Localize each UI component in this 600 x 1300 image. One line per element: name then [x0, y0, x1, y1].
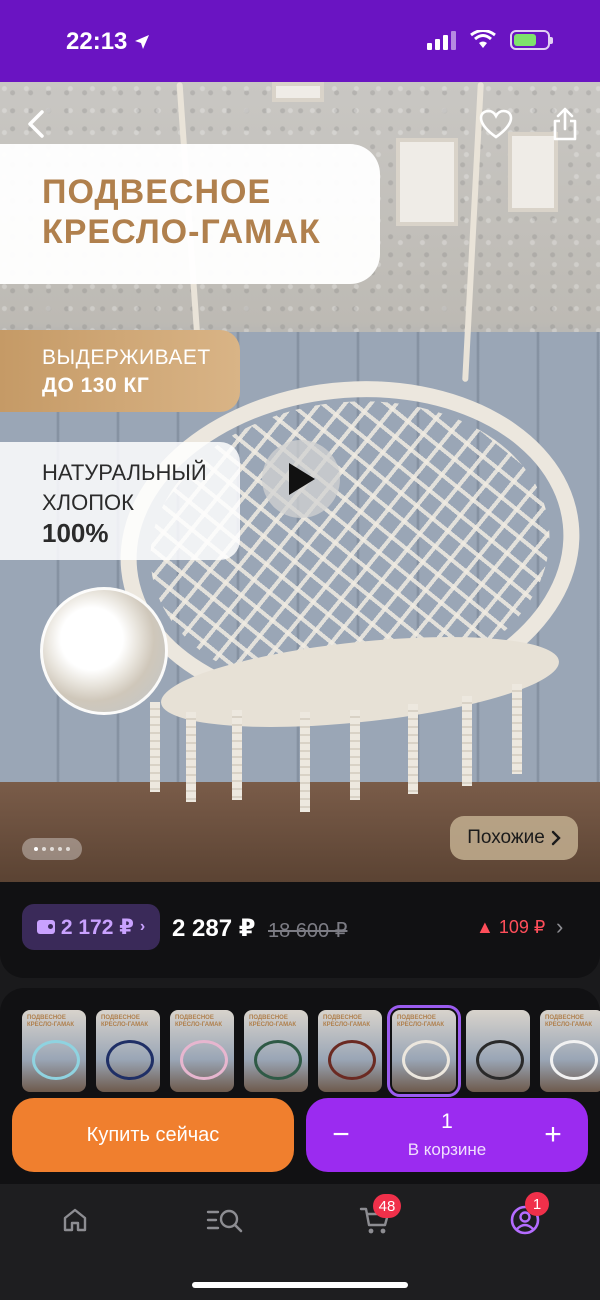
variant-thumbnail[interactable]: ПОДВЕСНОЕ КРЕСЛО-ГАМАК [96, 1010, 160, 1092]
back-button[interactable] [14, 102, 58, 146]
cellular-signal-icon [427, 30, 456, 50]
variant-chair-image [402, 1040, 450, 1080]
variant-label: ПОДВЕСНОЕ КРЕСЛО-ГАМАК [27, 1015, 75, 1028]
bottom-navigation: 48 1 [0, 1184, 600, 1300]
home-indicator [192, 1282, 408, 1288]
variant-thumbnail[interactable]: ПОДВЕСНОЕ КРЕСЛО-ГАМАК [244, 1010, 308, 1092]
cart-quantity-stepper[interactable]: − 1 В корзине + [306, 1098, 588, 1172]
location-arrow-icon [135, 35, 150, 49]
chevron-right-icon[interactable]: › [556, 914, 563, 940]
price-change: ▲ 109 ₽ [476, 917, 546, 937]
variant-thumbnail[interactable]: ПОДВЕСНОЕ КРЕСЛО-ГАМАК [170, 1010, 234, 1092]
share-button[interactable] [543, 102, 587, 146]
variant-chair-image [476, 1040, 524, 1080]
price-panel[interactable]: 2 172 ₽ › 2 287 ₽ 18 600 ₽ ▲ 109 ₽ › [0, 882, 600, 978]
variant-label: ПОДВЕСНОЕ КРЕСЛО-ГАМАК [323, 1015, 371, 1028]
play-video-button[interactable] [262, 440, 340, 518]
current-price: 2 287 ₽ [172, 915, 256, 942]
favorite-button[interactable] [474, 102, 518, 146]
variant-label: ПОДВЕСНОЕ КРЕСЛО-ГАМАК [249, 1015, 297, 1028]
chevron-right-icon: › [139, 918, 146, 935]
play-icon [289, 463, 315, 495]
old-price: 18 600 ₽ [268, 920, 348, 942]
variant-chair-image [328, 1040, 376, 1080]
similar-label: Похожие [467, 827, 545, 848]
battery-icon [510, 30, 553, 50]
variant-thumbnail[interactable]: ПОДВЕСНОЕ КРЕСЛО-ГАМАК [22, 1010, 86, 1092]
wall-picture-frame [396, 138, 458, 226]
product-image-gallery[interactable]: ПОДВЕСНОЕ КРЕСЛО-ГАМАК ВЫДЕРЖИВАЕТ ДО 13… [0, 82, 600, 882]
variant-chair-image [180, 1040, 228, 1080]
wifi-icon [470, 30, 496, 48]
capacity-line-1: ВЫДЕРЖИВАЕТ [42, 346, 211, 369]
status-indicators [427, 30, 553, 50]
gallery-page-indicator [22, 838, 82, 860]
product-title-banner: ПОДВЕСНОЕ КРЕСЛО-ГАМАК [0, 144, 380, 284]
home-icon [63, 1208, 87, 1232]
capacity-line-2: ДО 130 КГ [42, 374, 150, 397]
status-bar: 22:13 [0, 0, 600, 82]
material-line-3: 100% [42, 518, 109, 548]
nav-profile[interactable]: 1 [495, 1192, 555, 1242]
variant-chair-image [32, 1040, 80, 1080]
variant-chair-image [550, 1040, 598, 1080]
wallet-price-pill[interactable]: 2 172 ₽ › [22, 904, 160, 950]
variant-label: ПОДВЕСНОЕ КРЕСЛО-ГАМАК [397, 1015, 445, 1028]
buy-now-button[interactable]: Купить сейчас [12, 1098, 294, 1172]
title-line-2: КРЕСЛО-ГАМАК [42, 213, 321, 251]
chevron-left-icon [28, 110, 44, 138]
nav-catalog[interactable] [195, 1198, 255, 1242]
capacity-badge: ВЫДЕРЖИВАЕТ ДО 130 КГ [0, 330, 240, 412]
variant-label: ПОДВЕСНОЕ КРЕСЛО-ГАМАК [101, 1015, 149, 1028]
increase-quantity-button[interactable]: + [536, 1118, 570, 1152]
share-icon [553, 107, 577, 141]
heart-icon [479, 109, 513, 139]
wallet-price: 2 172 ₽ [60, 915, 134, 939]
material-badge: НАТУРАЛЬНЫЙ ХЛОПОК 100% [0, 442, 240, 560]
nav-home[interactable] [45, 1198, 105, 1242]
variant-label: ПОДВЕСНОЕ КРЕСЛО-ГАМАК [175, 1015, 223, 1028]
variant-thumbnail[interactable]: ПОДВЕСНОЕ КРЕСЛО-ГАМАК [387, 1005, 461, 1097]
variant-chair-image [254, 1040, 302, 1080]
variant-thumbnail[interactable]: ПОДВЕСНОЕ КРЕСЛО-ГАМАК [540, 1010, 600, 1092]
nav-cart[interactable]: 48 [345, 1194, 405, 1242]
similar-products-button[interactable]: Похожие [450, 816, 578, 860]
wallet-icon [36, 920, 55, 934]
variant-thumbnail[interactable] [466, 1010, 530, 1092]
wall-picture-frame [272, 82, 324, 102]
status-time-text: 22:13 [66, 28, 128, 55]
chevron-right-icon [551, 830, 561, 846]
variant-thumbnail[interactable]: ПОДВЕСНОЕ КРЕСЛО-ГАМАК [318, 1010, 382, 1092]
profile-notification-badge: 1 [525, 1192, 549, 1216]
catalog-search-icon [206, 1209, 243, 1233]
variant-chair-image [106, 1040, 154, 1080]
status-time: 22:13 [66, 28, 151, 56]
buy-now-label: Купить сейчас [86, 1123, 220, 1146]
variant-label: ПОДВЕСНОЕ КРЕСЛО-ГАМАК [545, 1015, 593, 1028]
cotton-image [40, 587, 168, 715]
title-line-1: ПОДВЕСНОЕ [42, 173, 272, 211]
material-line-2: ХЛОПОК [42, 490, 134, 515]
cart-count-badge: 48 [373, 1194, 401, 1218]
material-line-1: НАТУРАЛЬНЫЙ [42, 460, 207, 485]
